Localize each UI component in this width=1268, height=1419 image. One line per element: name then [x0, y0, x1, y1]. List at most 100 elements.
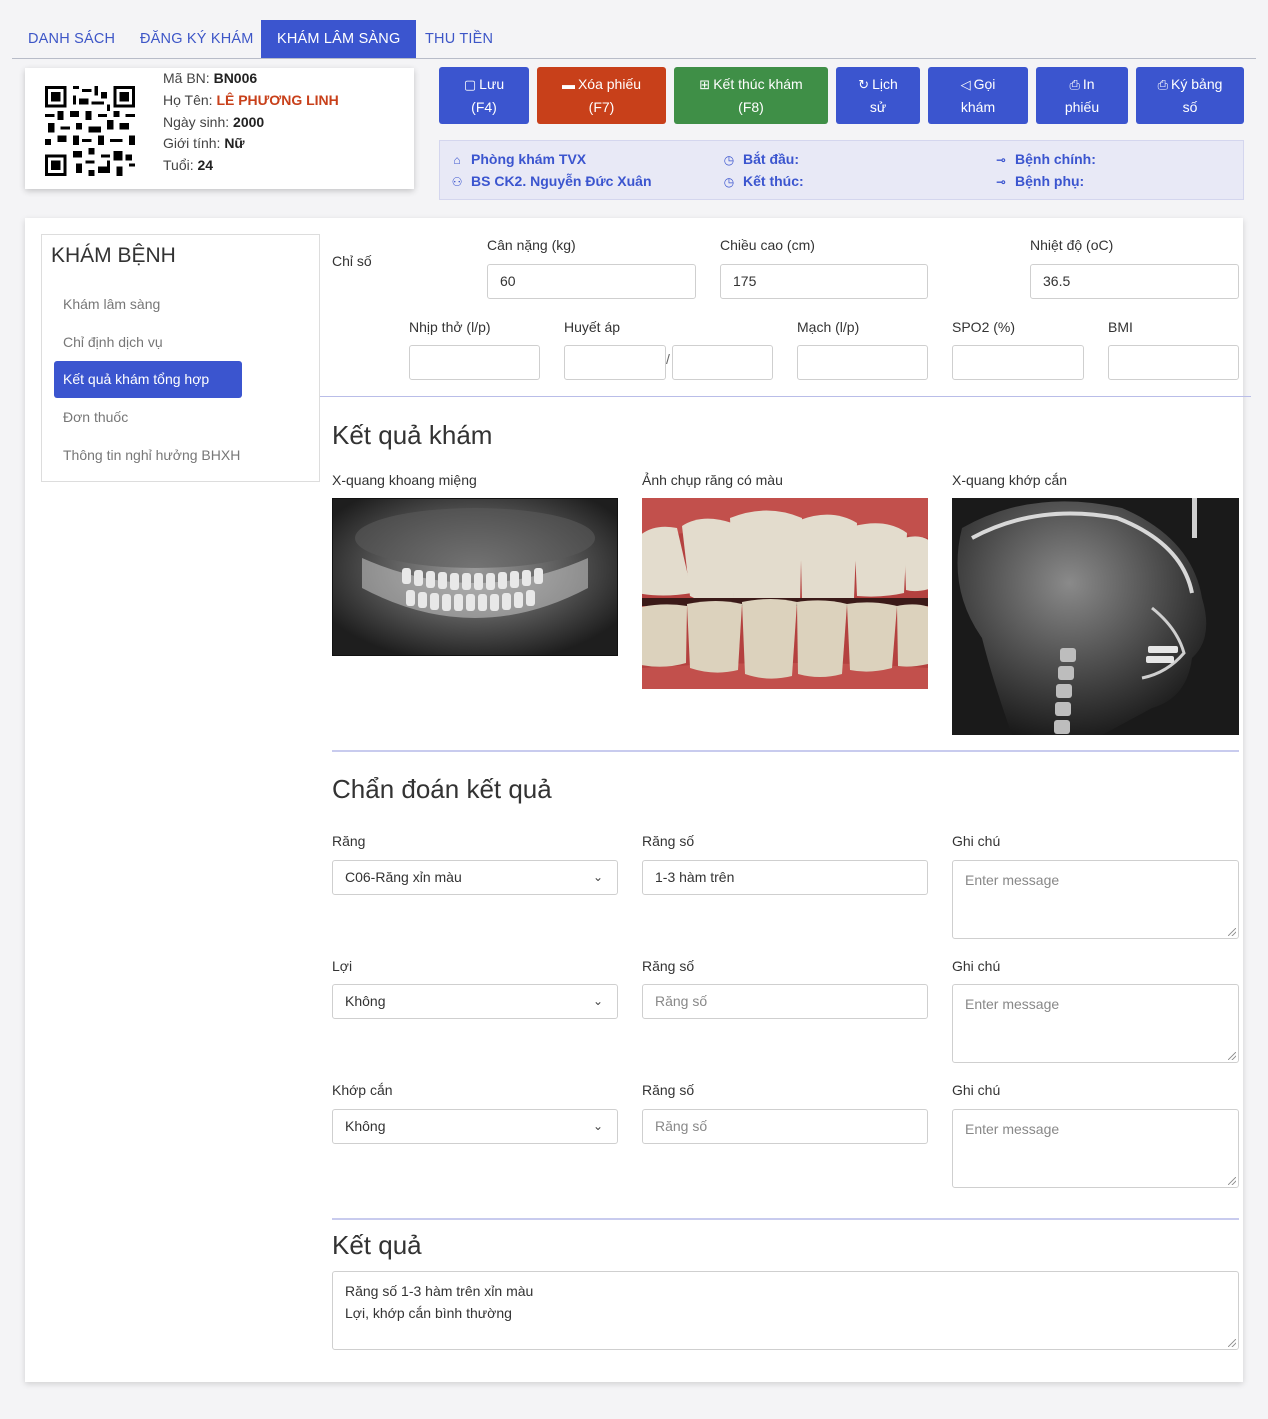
gum-teeth-number-input[interactable]: Răng số: [642, 984, 928, 1019]
temperature-input[interactable]: 36.5: [1030, 264, 1239, 299]
bite-category-label: Khớp cắn: [332, 1082, 393, 1098]
chevron-down-icon: ⌄: [592, 1119, 603, 1133]
doctor-name: BS CK2. Nguyễn Đức Xuân: [471, 173, 652, 189]
gum-note-textarea[interactable]: Enter message: [952, 984, 1239, 1063]
sidebar-item-chi-dinh-dich-vu[interactable]: Chỉ định dịch vụ: [54, 324, 242, 361]
chevron-down-icon: ⌄: [592, 870, 603, 884]
exam-info-bar: ⌂ Phòng khám TVX ⚇ BS CK2. Nguyễn Đức Xuân…: [439, 140, 1244, 200]
conclusion-textarea[interactable]: Răng số 1-3 hàm trên xỉn màu Lợi, khớp c…: [332, 1271, 1239, 1350]
bite-teeth-number-label: Răng số: [642, 1082, 695, 1098]
key-icon: ⊸: [995, 153, 1007, 167]
end-time-label: Kết thúc:: [743, 173, 804, 189]
clock-icon: ◷: [723, 153, 735, 167]
tab-thu-tien[interactable]: THU TIỀN: [409, 20, 509, 58]
sidebar-item-don-thuoc[interactable]: Đơn thuốc: [54, 399, 242, 436]
gum-category-label: Lợi: [332, 958, 353, 974]
respiration-input[interactable]: [409, 345, 540, 380]
blood-pressure-separator: /: [666, 351, 670, 367]
patient-name: LÊ PHƯƠNG LINH: [216, 91, 339, 108]
resize-handle-icon[interactable]: [1228, 928, 1236, 936]
resize-handle-icon[interactable]: [1228, 1052, 1236, 1060]
home-icon: ⌂: [453, 153, 461, 167]
results-title: Kết quả khám: [332, 420, 493, 450]
teeth-note-textarea[interactable]: Enter message: [952, 860, 1239, 939]
height-input[interactable]: 175: [720, 264, 928, 299]
spo2-label: SPO2 (%): [952, 319, 1016, 335]
tab-danh-sach[interactable]: DANH SÁCH: [12, 20, 131, 58]
teeth-category-select[interactable]: C06-Răng xỉn màu ⌄: [332, 860, 618, 895]
diagnosis-divider: [332, 1218, 1239, 1220]
start-time-label: Bắt đầu:: [743, 151, 799, 167]
weight-label: Cân nặng (kg): [487, 237, 576, 253]
exam-sidebar: KHÁM BỆNH Khám lâm sàng Chỉ định dịch vụ…: [41, 234, 320, 482]
sidebar-item-nghi-huong-bhxh[interactable]: Thông tin nghỉ hưởng BHXH: [54, 437, 242, 474]
gum-category-select[interactable]: Không ⌄: [332, 984, 618, 1019]
printer-icon: ⎙: [1157, 77, 1169, 92]
image-2-label: Ảnh chụp răng có màu: [642, 472, 783, 488]
gum-teeth-number-label: Răng số: [642, 958, 695, 974]
bmi-label: BMI: [1108, 319, 1133, 335]
sidebar-title: KHÁM BỆNH: [51, 244, 176, 267]
key-icon: ⊸: [995, 175, 1007, 189]
sub-disease-label: Bệnh phụ:: [1015, 173, 1085, 189]
sidebar-item-ket-qua-kham[interactable]: Kết quả khám tổng hợp: [54, 361, 242, 398]
delete-button[interactable]: ▬ Xóa phiếu (F7): [537, 67, 666, 124]
tab-dang-ky-kham[interactable]: ĐĂNG KÝ KHÁM: [124, 20, 270, 58]
vitals-section-label: Chỉ số: [332, 253, 372, 269]
patient-info: Mã BN: BN006 Họ Tên: LÊ PHƯƠNG LINH Ngày…: [163, 70, 339, 174]
patient-code: BN006: [213, 70, 258, 86]
ceph-xray-image[interactable]: [952, 498, 1239, 735]
conclusion-title: Kết quả: [332, 1230, 422, 1260]
qr-code-icon: [45, 86, 135, 176]
results-divider: [332, 750, 1239, 752]
temperature-label: Nhiệt độ (oC): [1030, 237, 1114, 253]
patient-card: Mã BN: BN006 Họ Tên: LÊ PHƯƠNG LINH Ngày…: [25, 68, 414, 189]
finish-exam-button[interactable]: ⊞ Kết thúc khám (F8): [674, 67, 828, 124]
plus-square-icon: ⊞: [699, 77, 711, 92]
history-button[interactable]: ↻ Lịch sử: [836, 67, 920, 124]
chevron-down-icon: ⌄: [592, 994, 603, 1008]
teeth-note-label: Ghi chú: [952, 833, 1001, 849]
save-button[interactable]: ▢ Lưu (F4): [439, 67, 529, 124]
height-label: Chiều cao (cm): [720, 237, 815, 253]
bmi-input[interactable]: [1108, 345, 1239, 380]
patient-age: 24: [197, 157, 214, 174]
print-button[interactable]: ⎙ In phiếu: [1036, 67, 1128, 124]
main-disease-label: Bệnh chính:: [1015, 151, 1096, 167]
blood-pressure-systolic-input[interactable]: [564, 345, 666, 380]
bite-note-textarea[interactable]: Enter message: [952, 1109, 1239, 1188]
spo2-input[interactable]: [952, 345, 1084, 380]
top-tabs: DANH SÁCH ĐĂNG KÝ KHÁM KHÁM LÂM SÀNG THU…: [12, 20, 1256, 59]
teeth-number-label: Răng số: [642, 833, 695, 849]
history-icon: ↻: [858, 77, 870, 92]
resize-handle-icon[interactable]: [1228, 1339, 1236, 1347]
bite-note-label: Ghi chú: [952, 1082, 1001, 1098]
main-panel: KHÁM BỆNH Khám lâm sàng Chỉ định dịch vụ…: [25, 218, 1251, 1382]
printer-icon: ⎙: [1069, 77, 1080, 92]
megaphone-icon: ◁: [960, 77, 971, 92]
pulse-label: Mạch (l/p): [797, 319, 860, 335]
image-3-label: X-quang khớp cắn: [952, 472, 1068, 488]
call-button[interactable]: ◁ Gọi khám: [928, 67, 1028, 124]
bite-category-select[interactable]: Không ⌄: [332, 1109, 618, 1144]
teeth-color-photo[interactable]: [642, 498, 928, 689]
sign-button[interactable]: ⎙ Ký bảng số: [1136, 67, 1244, 124]
blood-pressure-diastolic-input[interactable]: [672, 345, 773, 380]
trash-icon: ▬: [561, 77, 575, 92]
teeth-category-label: Răng: [332, 833, 366, 849]
bite-teeth-number-input[interactable]: Răng số: [642, 1109, 928, 1144]
tab-kham-lam-sang[interactable]: KHÁM LÂM SÀNG: [261, 20, 417, 58]
pulse-input[interactable]: [797, 345, 928, 380]
diagnosis-title: Chẩn đoán kết quả: [332, 774, 552, 804]
save-icon: ▢: [463, 77, 477, 92]
patient-gender: Nữ: [224, 135, 245, 152]
teeth-number-input[interactable]: 1-3 hàm trên: [642, 860, 928, 895]
gum-note-label: Ghi chú: [952, 958, 1001, 974]
panoramic-xray-image[interactable]: [332, 498, 618, 656]
weight-input[interactable]: 60: [487, 264, 696, 299]
sidebar-item-kham-lam-sang[interactable]: Khám lâm sàng: [54, 286, 242, 323]
clinic-name: Phòng khám TVX: [471, 151, 587, 167]
resize-handle-icon[interactable]: [1228, 1177, 1236, 1185]
users-icon: ⚇: [451, 175, 463, 189]
patient-dob: 2000: [233, 113, 265, 130]
